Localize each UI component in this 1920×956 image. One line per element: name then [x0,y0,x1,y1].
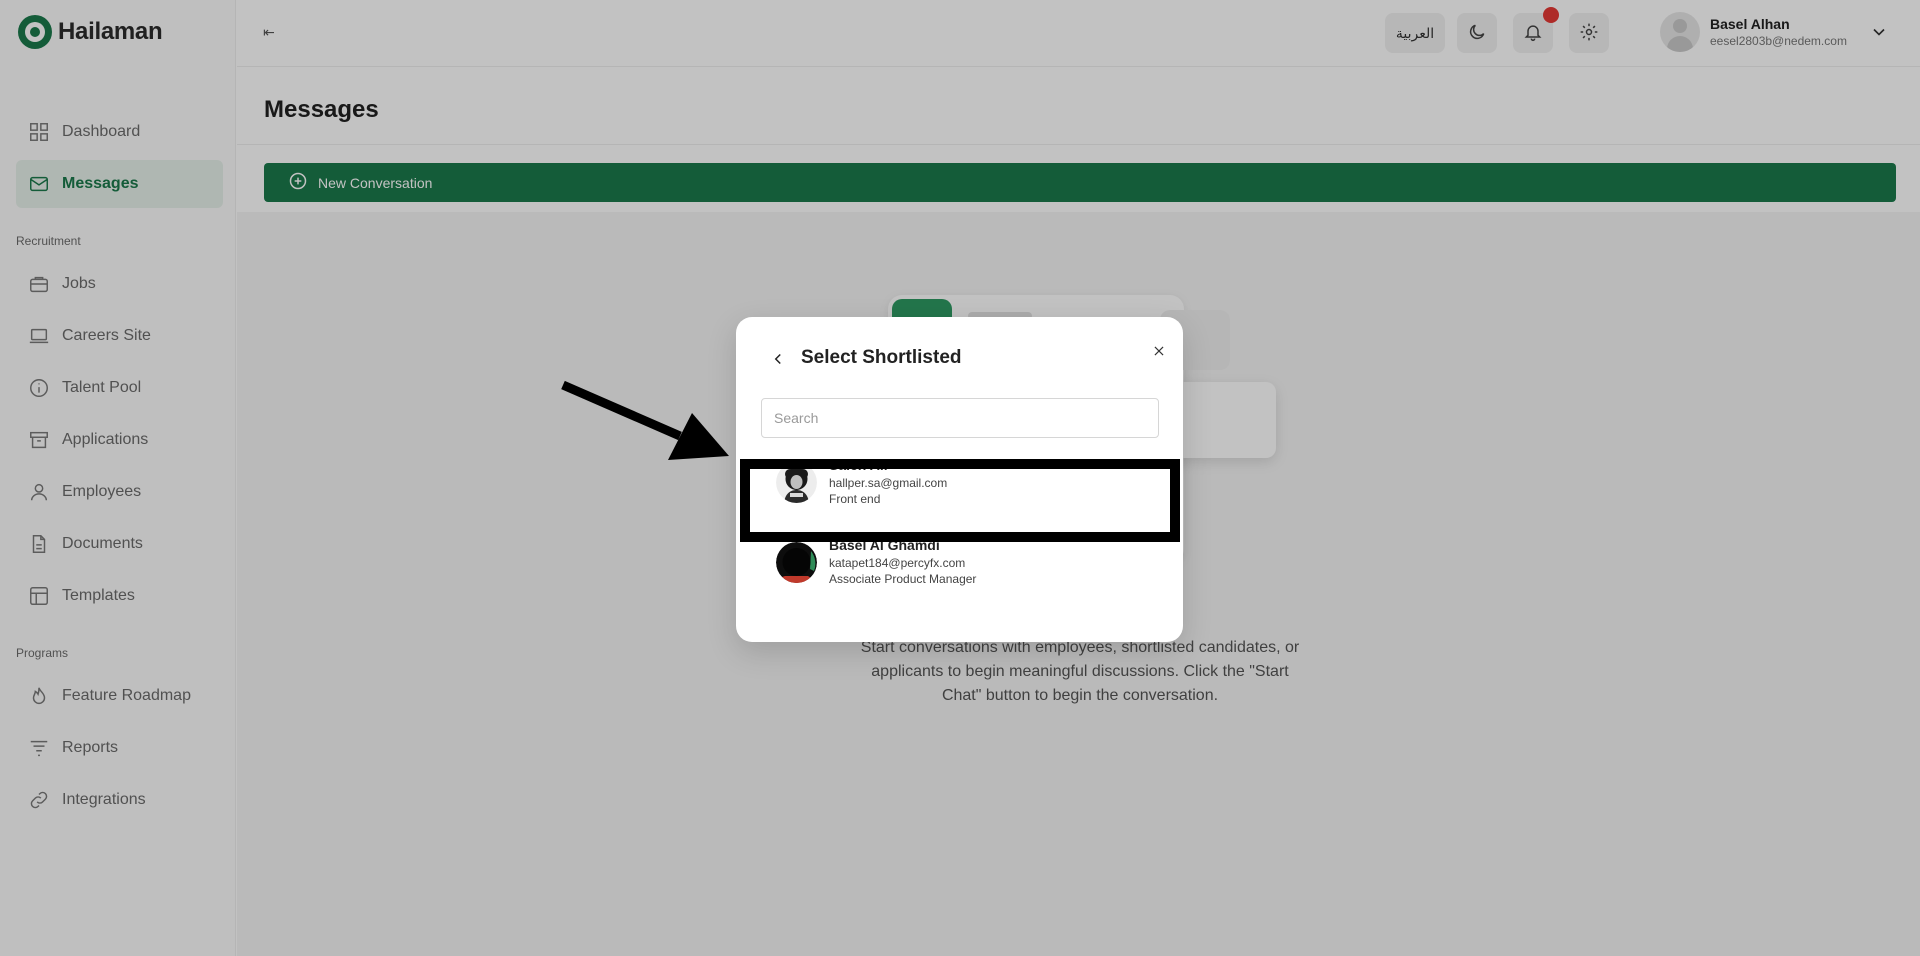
chevron-left-icon [774,353,781,365]
candidate-name: Basel Al Ghamdi [829,537,940,553]
candidate-email: hallper.sa@gmail.com [829,476,948,490]
select-shortlisted-modal: Select Shortlisted Saleh Ali hallper.sa@… [736,317,1183,642]
avatar [776,542,817,583]
candidate-role: Front end [829,492,881,506]
candidate-item-basel-al-ghamdi[interactable]: Basel Al Ghamdi katapet184@percyfx.com A… [751,530,1169,596]
avatar [776,462,817,503]
modal-title: Select Shortlisted [801,347,962,368]
search-input[interactable] [761,398,1159,438]
close-icon [1154,346,1164,356]
candidate-item-saleh-ali[interactable]: Saleh Ali hallper.sa@gmail.com Front end [751,450,1169,516]
candidate-role: Associate Product Manager [829,572,977,586]
pointer-arrow-icon [561,380,729,460]
close-button[interactable] [1147,339,1171,363]
candidate-name: Saleh Ali [829,457,888,473]
candidate-email: katapet184@percyfx.com [829,556,966,570]
back-button[interactable] [766,347,790,371]
